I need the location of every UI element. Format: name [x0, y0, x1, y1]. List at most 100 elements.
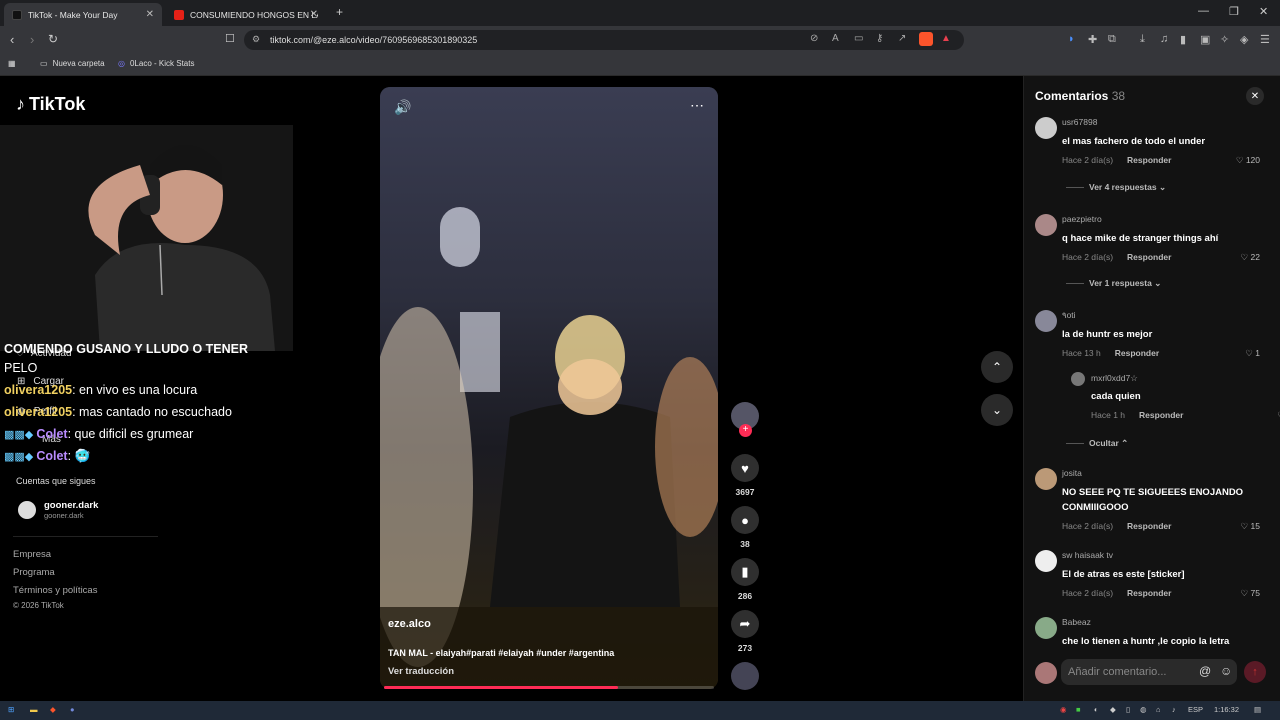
- tab-search-icon[interactable]: ⧉: [1108, 33, 1116, 46]
- avatar[interactable]: [1035, 117, 1057, 139]
- comment-username[interactable]: sw haisaak tv: [1062, 550, 1113, 560]
- brave-talk-icon[interactable]: ◗: [1068, 33, 1075, 45]
- key-icon[interactable]: ⚷: [876, 33, 883, 44]
- bookmark-icon[interactable]: ☐: [225, 32, 235, 45]
- following-account[interactable]: gooner.dark gooner.dark: [18, 500, 98, 520]
- download-icon[interactable]: ⤓: [1140, 33, 1145, 46]
- comment-username[interactable]: mxrl0xdd7☆: [1091, 373, 1138, 384]
- language-indicator[interactable]: ESP: [1188, 705, 1203, 714]
- vpn-icon[interactable]: ◈: [1240, 33, 1248, 46]
- forward-icon[interactable]: ›: [30, 32, 34, 47]
- next-video-button[interactable]: ⌄: [981, 394, 1013, 426]
- new-tab-button[interactable]: +: [336, 5, 343, 19]
- reply-button[interactable]: Responder: [1127, 252, 1171, 262]
- reload-icon[interactable]: ↻: [48, 32, 58, 46]
- more-options-icon[interactable]: ⋯: [690, 97, 704, 114]
- avatar[interactable]: [1035, 214, 1057, 236]
- no-tracking-icon[interactable]: ⊘: [810, 33, 818, 44]
- cast-icon[interactable]: ▭: [854, 33, 863, 44]
- avatar[interactable]: [1035, 310, 1057, 332]
- brave-rewards-icon[interactable]: ▲: [941, 33, 951, 44]
- hide-replies-button[interactable]: Ocultar ⌃: [1066, 438, 1128, 449]
- bookmark-kick-stats[interactable]: ◎ 0Laco - Kick Stats: [118, 59, 194, 68]
- back-icon[interactable]: ‹: [10, 32, 14, 47]
- avatar[interactable]: [1035, 617, 1057, 639]
- minimize-icon[interactable]: —: [1198, 5, 1209, 17]
- comment-username[interactable]: Babeaz: [1062, 617, 1091, 627]
- comment-like-button[interactable]: ♡ 1: [1245, 348, 1260, 359]
- previous-video-button[interactable]: ⌃: [981, 351, 1013, 383]
- footer-link-terms[interactable]: Términos y políticas: [13, 585, 97, 596]
- avatar[interactable]: [1035, 468, 1057, 490]
- menu-icon[interactable]: ☰: [1260, 33, 1270, 46]
- comment-input[interactable]: Añadir comentario... @ ☺: [1061, 659, 1237, 685]
- extensions-icon[interactable]: ✚: [1088, 33, 1097, 46]
- reply-button[interactable]: Responder: [1127, 588, 1171, 598]
- reply-button[interactable]: Responder: [1115, 348, 1159, 358]
- reply-button[interactable]: Responder: [1139, 410, 1183, 420]
- sound-icon[interactable]: 🔊: [394, 99, 411, 116]
- media-icon[interactable]: ♫: [1160, 33, 1168, 45]
- brave-icon[interactable]: ◆: [50, 705, 56, 714]
- emoji-icon[interactable]: ☺: [1220, 664, 1232, 678]
- tray-icon[interactable]: ▯: [1126, 705, 1130, 714]
- mention-icon[interactable]: @: [1199, 664, 1211, 678]
- author-avatar[interactable]: +: [731, 402, 759, 437]
- tab-youtube[interactable]: CONSUMIENDO HONGOS EN LAS SI ✕: [166, 3, 326, 26]
- network-icon[interactable]: ⌂: [1156, 705, 1161, 714]
- clock[interactable]: 1:16:32: [1214, 705, 1239, 714]
- like-button[interactable]: ♥ 3697: [731, 454, 759, 497]
- volume-icon[interactable]: ♪: [1172, 705, 1176, 714]
- comment-like-button[interactable]: ♡ 15: [1241, 521, 1260, 532]
- bookmark-nueva-carpeta[interactable]: ▭ Nueva carpeta: [40, 59, 105, 68]
- comment-like-button[interactable]: ♡ 75: [1241, 588, 1260, 599]
- send-comment-button[interactable]: ↑: [1244, 661, 1266, 683]
- tray-icon[interactable]: ■: [1076, 705, 1081, 714]
- comment-username[interactable]: paezpietro: [1062, 214, 1102, 224]
- share-button[interactable]: ➦ 273: [731, 610, 759, 653]
- tray-icon[interactable]: ◐: [1094, 705, 1099, 714]
- apps-icon[interactable]: ▦: [8, 59, 16, 68]
- file-explorer-icon[interactable]: ▬: [30, 705, 38, 714]
- reply-button[interactable]: Responder: [1127, 521, 1171, 531]
- avatar[interactable]: [1071, 372, 1085, 386]
- sidebar-icon[interactable]: ▮: [1180, 33, 1186, 46]
- footer-link-empresa[interactable]: Empresa: [13, 549, 51, 560]
- comment-username[interactable]: josita: [1062, 468, 1082, 478]
- tab-tiktok[interactable]: TikTok - Make Your Day ✕: [4, 3, 162, 26]
- reply-button[interactable]: Responder: [1127, 155, 1171, 165]
- notifications-icon[interactable]: ▤: [1254, 705, 1261, 714]
- video-progress-bar[interactable]: [384, 686, 714, 689]
- save-button[interactable]: ▮ 286: [731, 558, 759, 601]
- comment-button[interactable]: ● 38: [731, 506, 759, 549]
- tiktok-logo[interactable]: ♪ TikTok: [16, 94, 85, 115]
- tray-icon[interactable]: ◉: [1060, 705, 1067, 714]
- music-disc[interactable]: [731, 662, 759, 690]
- tray-icon[interactable]: ◆: [1110, 705, 1116, 714]
- close-icon[interactable]: ✕: [310, 9, 318, 20]
- share-icon[interactable]: ↗: [898, 33, 906, 44]
- start-icon[interactable]: ⊞: [8, 705, 14, 714]
- leo-icon[interactable]: ✧: [1220, 33, 1229, 46]
- follow-plus-icon[interactable]: +: [739, 424, 752, 437]
- comment-like-button[interactable]: ♡ 120: [1236, 155, 1260, 166]
- comment-like-button[interactable]: ♡ 22: [1241, 252, 1260, 263]
- close-comments-button[interactable]: ✕: [1246, 87, 1264, 105]
- translate-link[interactable]: Ver traducción: [388, 666, 454, 677]
- discord-icon[interactable]: ●: [70, 705, 75, 714]
- view-replies-button[interactable]: Ver 4 respuestas ⌄: [1066, 182, 1166, 193]
- video-player[interactable]: 🔊 ⋯: [380, 87, 718, 689]
- footer-link-programa[interactable]: Programa: [13, 567, 55, 578]
- comment-username[interactable]: usr67898: [1062, 117, 1097, 127]
- translate-icon[interactable]: A: [832, 33, 839, 44]
- comment-username[interactable]: ٩oti: [1062, 310, 1076, 321]
- avatar[interactable]: [1035, 550, 1057, 572]
- window-close-icon[interactable]: ✕: [1259, 5, 1268, 18]
- wallet-icon[interactable]: ▣: [1200, 33, 1210, 46]
- tray-icon[interactable]: ◍: [1140, 705, 1147, 714]
- restore-icon[interactable]: ❐: [1229, 5, 1239, 18]
- video-author[interactable]: eze.alco: [388, 618, 431, 630]
- address-bar[interactable]: ⚙ tiktok.com/@eze.alco/video/76095696853…: [244, 30, 964, 50]
- close-icon[interactable]: ✕: [146, 9, 154, 20]
- site-info-icon[interactable]: ⚙: [252, 34, 260, 45]
